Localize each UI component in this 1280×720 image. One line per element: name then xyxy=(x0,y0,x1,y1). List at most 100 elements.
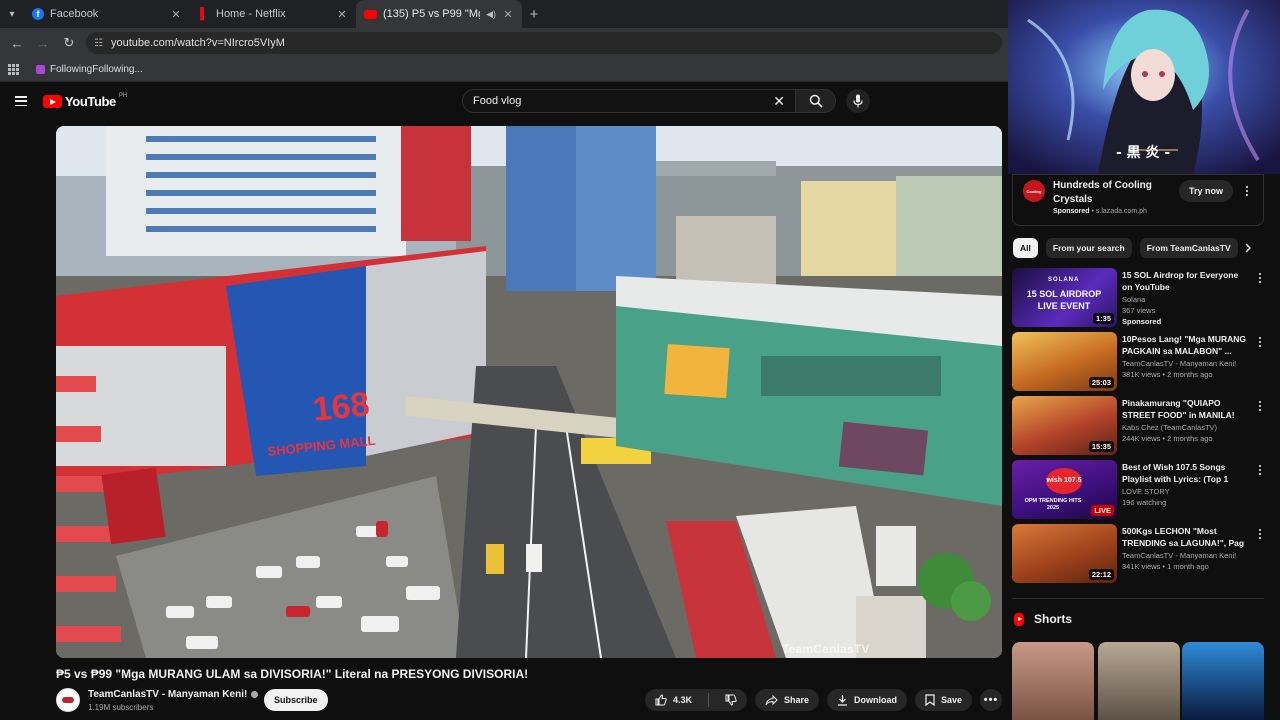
recommendation-item[interactable]: 22:12 500Kgs LECHON "Most TRENDING sa LA… xyxy=(1012,524,1274,584)
video-thumbnail[interactable]: 22:12 xyxy=(1012,524,1117,583)
short-thumbnail[interactable] xyxy=(1098,642,1180,720)
live-badge: LIVE xyxy=(1091,505,1114,516)
share-label: Share xyxy=(783,695,809,705)
recommendation-title: 10Pesos Lang! "Mga MURANG PAGKAIN sa MAL… xyxy=(1122,334,1246,356)
ad-sponsored-label: Sponsored xyxy=(1053,208,1090,215)
sponsored-ad-card[interactable]: Cooling Hundreds of Cooling Crystals Spo… xyxy=(1012,174,1264,226)
video-title: ₱5 vs ₱99 "Mga MURANG ULAM sa DIVISORIA!… xyxy=(56,667,529,681)
recommendation-channel: TeamCanlasTV - Manyaman Keni! xyxy=(1122,359,1237,368)
back-arrow-icon[interactable]: ← xyxy=(6,32,28,54)
banner-caption: - 黒 炎 - xyxy=(1116,145,1171,161)
duration-badge: 22:12 xyxy=(1088,569,1114,580)
shorts-icon xyxy=(1014,612,1024,626)
more-vertical-icon[interactable] xyxy=(1256,271,1264,285)
recommendation-channel: LOVE STORY xyxy=(1122,487,1170,496)
more-actions-button[interactable]: ••• xyxy=(980,689,1002,711)
dislike-button[interactable] xyxy=(715,689,747,711)
new-tab-icon[interactable]: + xyxy=(522,0,546,28)
channel-name: TeamCanlasTV - Manyaman Keni! xyxy=(88,689,248,700)
tab-close-icon[interactable]: ✕ xyxy=(502,8,514,21)
thumbs-up-icon xyxy=(655,694,667,706)
recommendation-meta: 244K views • 2 months ago xyxy=(1122,434,1213,443)
tab-search-icon[interactable]: ▾ xyxy=(0,0,24,28)
more-vertical-icon[interactable] xyxy=(1243,184,1251,198)
short-thumbnail[interactable] xyxy=(1012,642,1094,720)
search-button[interactable] xyxy=(796,89,836,113)
ad-title: Hundreds of Cooling Crystals xyxy=(1053,180,1152,205)
microphone-icon xyxy=(853,94,863,108)
svg-text:168: 168 xyxy=(311,385,371,429)
thumbs-down-icon xyxy=(725,694,737,706)
ad-banner-image[interactable]: - 黒 炎 - xyxy=(1008,0,1280,174)
channel-avatar[interactable] xyxy=(56,688,80,712)
thumbnail-caption: OPM TRENDING HITS 2025 xyxy=(1024,498,1082,511)
like-dislike-group: 4.3K xyxy=(644,689,747,711)
shorts-title: Shorts xyxy=(1034,612,1073,626)
chip-all[interactable]: All xyxy=(1013,238,1038,258)
recommendation-title: Pinakamurang "QUIAPO STREET FOOD" in MAN… xyxy=(1122,398,1235,420)
video-thumbnail[interactable]: 25:03 xyxy=(1012,332,1117,391)
duration-badge: 1:35 xyxy=(1092,313,1114,324)
logo-text: YouTube xyxy=(65,94,116,109)
recommendation-item[interactable]: 25:03 10Pesos Lang! "Mga MURANG PAGKAIN … xyxy=(1012,332,1274,392)
tab-youtube[interactable]: (135) P5 vs P99 "Mga MUR ◀) ✕ xyxy=(356,0,522,28)
recommendation-item[interactable]: 15:35 Pinakamurang "QUIAPO STREET FOOD" … xyxy=(1012,396,1274,456)
video-thumbnail[interactable]: SOLANA 15 SOL AIRDROP LIVE EVENT 1:35 xyxy=(1012,268,1117,327)
share-arrow-icon xyxy=(765,694,778,705)
save-button[interactable]: Save xyxy=(914,689,972,711)
duration-badge: 15:35 xyxy=(1088,441,1114,452)
url-field[interactable]: ☷ youtube.com/watch?v=NIrcro5VIyM xyxy=(86,32,1002,54)
youtube-masthead: YouTube PH Food vlog ✕ xyxy=(0,83,1008,123)
bookmark-add-icon xyxy=(925,694,935,706)
clear-search-icon[interactable]: ✕ xyxy=(773,93,785,110)
chip-from-your-search[interactable]: From your search xyxy=(1045,238,1132,258)
apps-grid-icon[interactable] xyxy=(8,63,20,76)
recommendation-item[interactable]: SOLANA 15 SOL AIRDROP LIVE EVENT 1:35 15… xyxy=(1012,268,1274,328)
more-vertical-icon[interactable] xyxy=(1256,463,1264,477)
chevron-right-icon[interactable] xyxy=(1240,240,1256,256)
more-vertical-icon[interactable] xyxy=(1256,399,1264,413)
download-button[interactable]: Download xyxy=(826,689,907,711)
youtube-favicon-icon xyxy=(364,9,377,19)
thumbnail-brand: SOLANA xyxy=(1048,277,1080,283)
more-vertical-icon[interactable] xyxy=(1256,335,1264,349)
more-vertical-icon[interactable] xyxy=(1256,527,1264,541)
browser-tab-bar: ▾ f Facebook ✕ ▌ Home - Netflix ✕ (135) … xyxy=(0,0,1008,28)
tab-netflix[interactable]: ▌ Home - Netflix ✕ xyxy=(190,0,356,28)
tab-close-icon[interactable]: ✕ xyxy=(336,8,348,21)
ad-sponsored-line: Sponsored • s.lazada.com.ph xyxy=(1053,208,1147,215)
bookmark-favicon-icon xyxy=(36,65,45,74)
chip-from-channel[interactable]: From TeamCanlasTV xyxy=(1139,238,1238,258)
address-bar: ← → ↻ ☷ youtube.com/watch?v=NIrcro5VIyM xyxy=(0,28,1008,58)
recommendation-meta: 341K views • 1 month ago xyxy=(1122,562,1209,571)
site-info-icon[interactable]: ☷ xyxy=(94,38,103,49)
channel-name-link[interactable]: TeamCanlasTV - Manyaman Keni! xyxy=(88,689,259,700)
search-icon xyxy=(809,94,823,108)
tab-facebook[interactable]: f Facebook ✕ xyxy=(24,0,190,28)
video-player[interactable]: 168 SHOPPING MALL TeamCanlasTV xyxy=(56,126,1002,658)
ad-domain: s.lazada.com.ph xyxy=(1095,208,1147,215)
url-text: youtube.com/watch?v=NIrcro5VIyM xyxy=(110,37,285,49)
recommendation-item[interactable]: wish 107.5 OPM TRENDING HITS 2025 LIVE B… xyxy=(1012,460,1274,520)
voice-search-button[interactable] xyxy=(846,89,870,113)
tab-close-icon[interactable]: ✕ xyxy=(170,8,182,21)
forward-arrow-icon[interactable]: → xyxy=(32,32,54,54)
ad-logo-text: Cooling xyxy=(1026,188,1042,194)
search-input[interactable]: Food vlog ✕ xyxy=(462,89,796,113)
try-now-button[interactable]: Try now xyxy=(1179,180,1234,202)
reload-icon[interactable]: ↻ xyxy=(58,32,80,54)
like-button[interactable]: 4.3K xyxy=(645,689,702,711)
video-thumbnail[interactable]: 15:35 xyxy=(1012,396,1117,455)
video-thumbnail[interactable]: wish 107.5 OPM TRENDING HITS 2025 LIVE xyxy=(1012,460,1117,519)
recommendation-meta: 367 views xyxy=(1122,306,1156,315)
youtube-logo[interactable]: YouTube PH xyxy=(43,93,127,109)
menu-icon[interactable] xyxy=(15,96,27,106)
share-button[interactable]: Share xyxy=(754,689,819,711)
bookmark-item[interactable]: FollowingFollowing... xyxy=(36,64,143,75)
tab-audio-icon[interactable]: ◀) xyxy=(486,9,496,20)
short-thumbnail[interactable] xyxy=(1182,642,1264,720)
video-watermark: TeamCanlasTV xyxy=(782,642,870,656)
download-label: Download xyxy=(853,695,897,705)
subscribe-button[interactable]: Subscribe xyxy=(264,689,328,711)
recommendation-title: 500Kgs LECHON "Most TRENDING sa LAGUNA!"… xyxy=(1122,526,1245,548)
